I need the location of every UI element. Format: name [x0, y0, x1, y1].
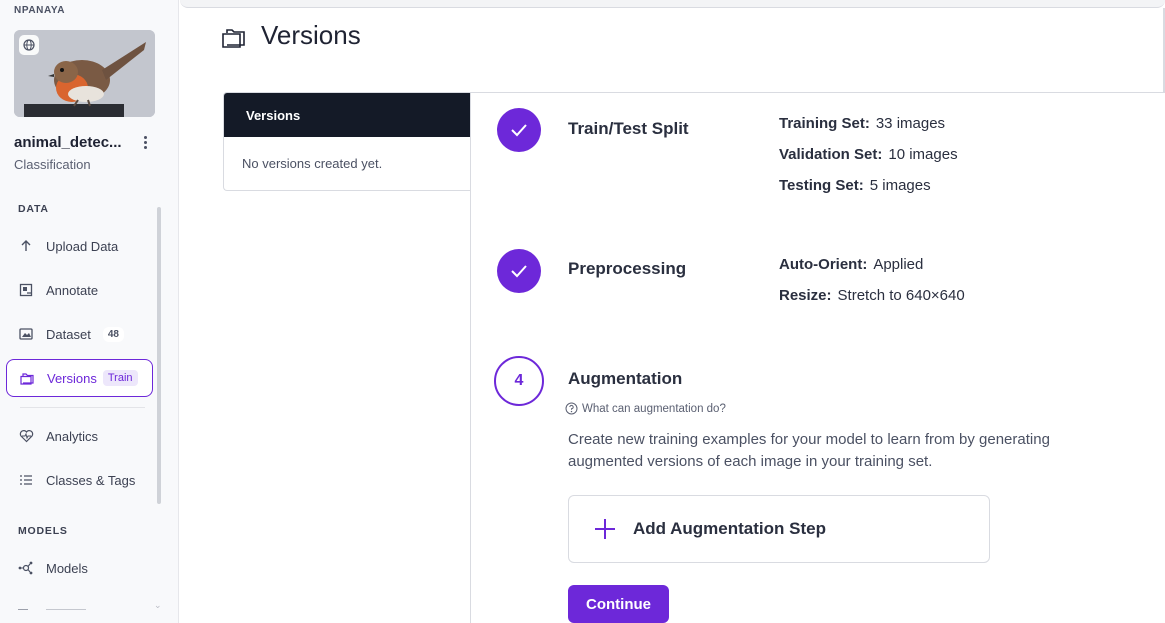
upload-arrow-icon: [18, 238, 34, 254]
heart-pulse-icon: [18, 428, 34, 444]
kv-value: 33 images: [875, 115, 946, 132]
versions-empty-message: No versions created yet.: [242, 156, 383, 171]
augmentation-step-number: 4: [494, 356, 544, 406]
globe-icon[interactable]: [19, 35, 39, 55]
sidebar-item-versions[interactable]: Versions Train: [6, 359, 153, 397]
kv-value: 10 images: [888, 146, 958, 163]
project-type: Classification: [14, 157, 91, 172]
sidebar-item-label: Models: [46, 560, 88, 576]
sidebar-item-annotate[interactable]: Annotate: [6, 271, 153, 309]
sidebar-item-analytics[interactable]: Analytics: [6, 417, 153, 455]
sidebar-item-label: Analytics: [46, 428, 99, 444]
sidebar-item-label: Dataset: [46, 326, 91, 342]
question-circle-icon: [565, 402, 578, 415]
sidebar-item-dataset[interactable]: Dataset 48: [6, 315, 153, 353]
continue-button[interactable]: Continue: [568, 585, 669, 623]
section-label-models: MODELS: [18, 525, 68, 537]
page-title: Versions: [221, 20, 361, 51]
augmentation-help-link[interactable]: What can augmentation do?: [565, 402, 726, 415]
sidebar-item-upload-data[interactable]: Upload Data: [6, 227, 153, 265]
augmentation-description: Create new training examples for your mo…: [568, 431, 1050, 470]
kv-value: Stretch to 640×640: [837, 287, 965, 304]
divider: [20, 407, 145, 408]
kv-key: Auto-Orient:: [779, 256, 868, 273]
folder-icon: [19, 370, 35, 386]
sidebar-item-label: Classes & Tags: [46, 472, 136, 488]
annotate-icon: [18, 282, 34, 298]
preprocessing-row-resize: Resize: Stretch to 640×640: [779, 287, 965, 304]
preprocessing-row-auto-orient: Auto-Orient: Applied: [779, 256, 923, 273]
cut-off-sidebar-item: [18, 600, 148, 610]
folder-icon: [221, 25, 247, 48]
plus-icon: [595, 519, 615, 539]
workspace-name[interactable]: NPANAYA: [14, 4, 65, 14]
section-label-data: DATA: [18, 203, 49, 215]
page-title-text: Versions: [261, 20, 361, 50]
versions-list-panel: Versions No versions created yet.: [223, 92, 471, 191]
split-step-title[interactable]: Train/Test Split: [568, 119, 689, 139]
help-link-text: What can augmentation do?: [582, 402, 726, 415]
augmentation-step-title: Augmentation: [568, 369, 683, 388]
add-augmentation-step-button[interactable]: Add Augmentation Step: [568, 495, 990, 563]
kv-key: Resize:: [779, 287, 832, 304]
split-row-testing: Testing Set: 5 images: [779, 177, 931, 194]
model-graph-icon: [18, 560, 34, 576]
split-row-training: Training Set: 33 images: [779, 115, 945, 132]
project-thumbnail[interactable]: [14, 30, 155, 117]
preprocessing-step-check[interactable]: [497, 249, 541, 293]
checkmark-icon: [511, 265, 527, 278]
kv-value: Applied: [873, 256, 924, 273]
kv-key: Testing Set:: [779, 177, 864, 194]
sidebar: NPANAYA animal_detec... Classification D…: [0, 0, 179, 623]
browser-top-edge: [180, 0, 1165, 8]
kv-value: 5 images: [869, 177, 931, 194]
dataset-count-badge: 48: [102, 326, 124, 342]
sidebar-item-label: Versions: [47, 370, 97, 386]
kv-key: Validation Set:: [779, 146, 883, 163]
versions-list-header: Versions: [224, 93, 471, 137]
kv-key: Training Set:: [779, 115, 870, 132]
preprocessing-step-title[interactable]: Preprocessing: [568, 259, 686, 279]
sidebar-item-label: Upload Data: [46, 238, 119, 254]
split-step-check[interactable]: [497, 108, 541, 152]
split-row-validation: Validation Set: 10 images: [779, 146, 958, 163]
sidebar-scrollbar[interactable]: [157, 207, 161, 504]
image-gallery-icon: [18, 326, 34, 342]
checkmark-icon: [511, 124, 527, 137]
project-name[interactable]: animal_detec...: [14, 134, 122, 151]
more-options-icon[interactable]: [139, 134, 151, 150]
sidebar-item-label: Annotate: [46, 282, 99, 298]
list-icon: [18, 472, 34, 488]
train-badge[interactable]: Train: [102, 370, 138, 386]
sidebar-item-classes-tags[interactable]: Classes & Tags: [6, 461, 153, 499]
chevron-down-icon[interactable]: ⌄: [154, 600, 162, 611]
add-augmentation-label: Add Augmentation Step: [633, 519, 826, 538]
sidebar-item-models[interactable]: Models: [6, 549, 153, 587]
